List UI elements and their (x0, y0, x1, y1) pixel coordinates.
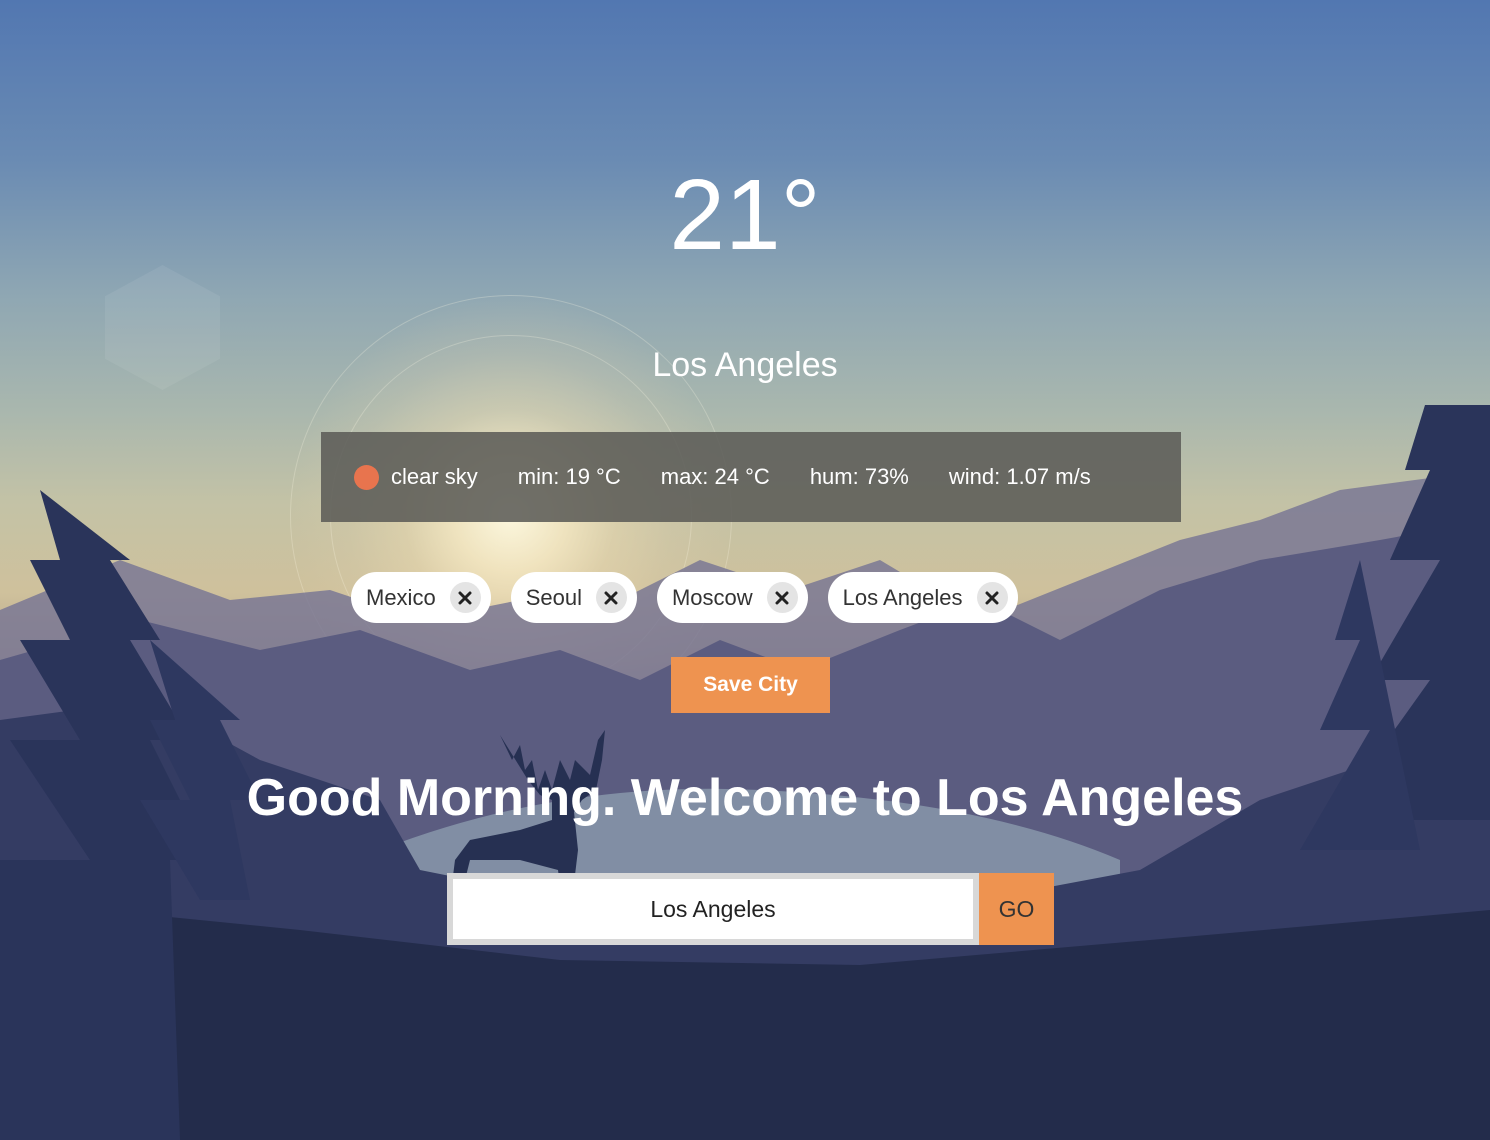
saved-city-chip-los-angeles[interactable]: Los Angeles (827, 572, 1018, 623)
close-icon[interactable] (449, 582, 481, 613)
save-city-button[interactable]: Save City (671, 657, 830, 713)
temperature-display: 21° (669, 159, 821, 271)
weather-app: 21° Los Angeles clear sky min: 19 °C max… (0, 0, 1490, 1140)
close-icon[interactable] (766, 582, 798, 613)
saved-city-label[interactable]: Moscow (672, 585, 753, 611)
humidity: hum: 73% (809, 464, 909, 489)
city-search-box (447, 873, 979, 945)
sun-status-icon (354, 464, 379, 490)
close-icon[interactable] (976, 582, 1008, 613)
close-icon[interactable] (595, 582, 627, 613)
weather-info-bar: clear sky min: 19 °C max: 24 °C hum: 73%… (321, 432, 1181, 522)
greeting-heading: Good Morning. Welcome to Los Angeles (246, 769, 1244, 827)
saved-city-label[interactable]: Seoul (526, 585, 582, 611)
city-search-input[interactable] (453, 879, 973, 939)
go-button[interactable]: GO (979, 873, 1054, 945)
saved-city-chip-moscow[interactable]: Moscow (656, 572, 808, 623)
saved-city-label[interactable]: Mexico (366, 585, 436, 611)
saved-city-chip-mexico[interactable]: Mexico (351, 572, 491, 623)
saved-cities-list: Mexico Seoul Moscow Los Angeles (351, 572, 1018, 623)
current-city-name: Los Angeles (652, 346, 838, 384)
max-temperature: max: 24 °C (660, 464, 770, 489)
min-temperature: min: 19 °C (517, 464, 621, 489)
wind-speed: wind: 1.07 m/s (948, 464, 1091, 489)
saved-city-chip-seoul[interactable]: Seoul (510, 572, 637, 623)
weather-description: clear sky (391, 464, 478, 489)
saved-city-label[interactable]: Los Angeles (843, 585, 963, 611)
